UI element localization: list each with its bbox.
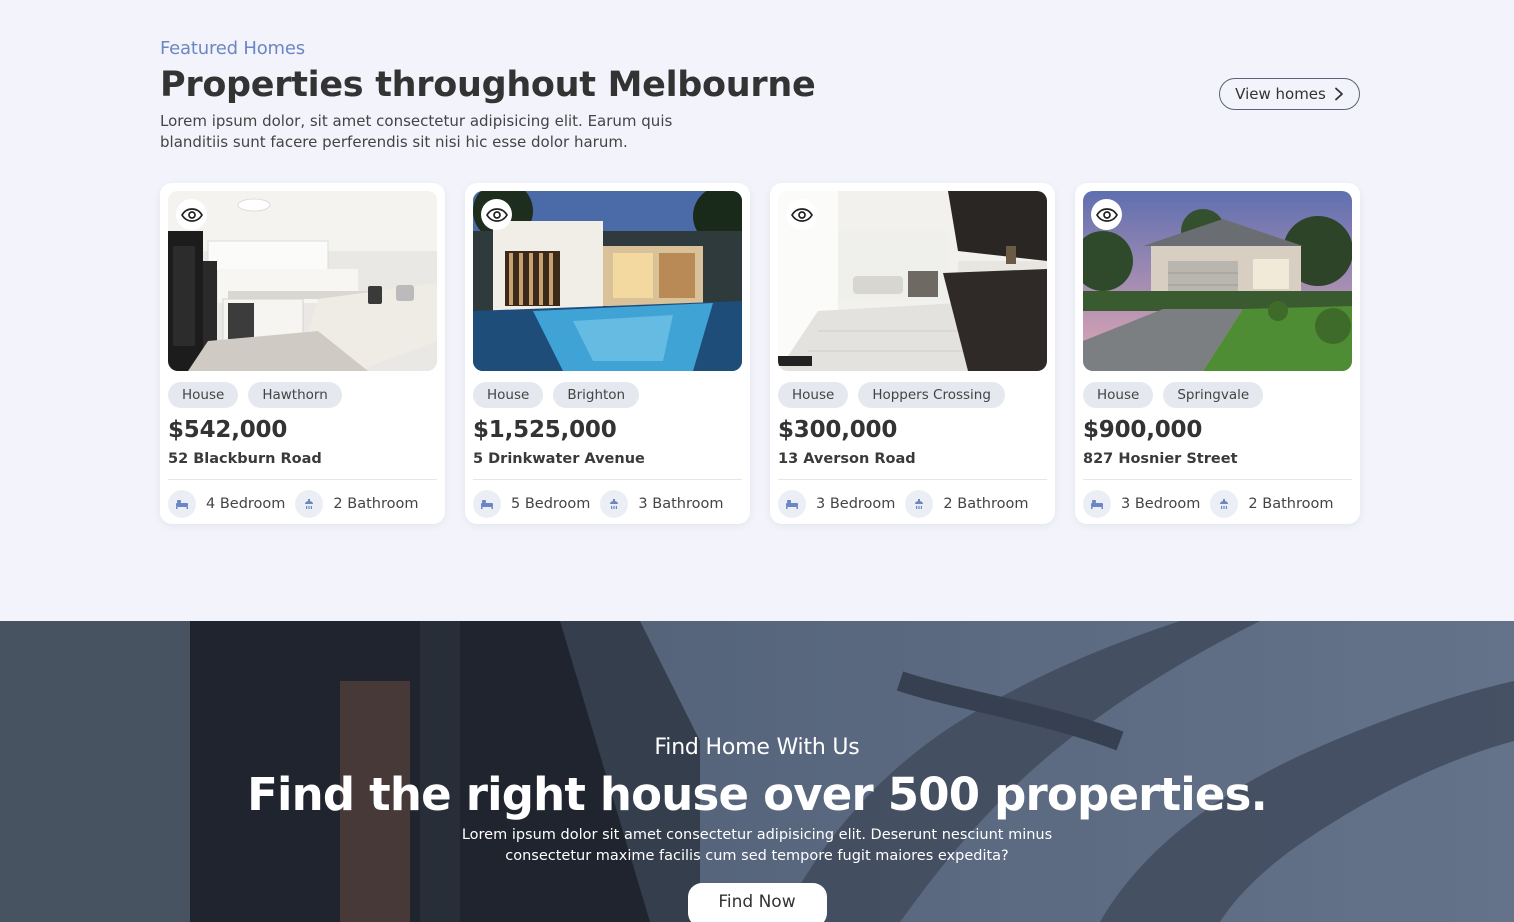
listing-address[interactable]: 827 Hosnier Street xyxy=(1083,451,1352,467)
bathroom-label: 2 Bathroom xyxy=(333,496,419,512)
listing-address[interactable]: 13 Averson Road xyxy=(778,451,1047,467)
property-type-tag[interactable]: House xyxy=(473,382,544,408)
listing-photo-living[interactable] xyxy=(778,191,1047,371)
section-title: Properties throughout Melbourne xyxy=(160,65,816,105)
listing-card[interactable]: House Springvale $900,000 827 Hosnier St… xyxy=(1075,183,1360,524)
bedroom-count: 5 Bedroom xyxy=(473,490,590,518)
eye-icon xyxy=(790,207,813,222)
listing-photo-kitchen[interactable] xyxy=(168,191,437,371)
kitchen-photo xyxy=(168,191,437,371)
listing-features: 5 Bedroom 3 Bathroom xyxy=(473,490,742,518)
pool-house-photo xyxy=(473,191,742,371)
view-homes-label: View homes xyxy=(1235,85,1326,103)
listing-card[interactable]: House Hawthorn $542,000 52 Blackburn Roa… xyxy=(160,183,445,524)
listing-tags: House Springvale xyxy=(1083,382,1352,408)
listing-price: $900,000 xyxy=(1083,417,1203,443)
chevron-right-icon xyxy=(1334,87,1343,101)
bathroom-icon xyxy=(1210,490,1239,518)
listing-features: 3 Bedroom 2 Bathroom xyxy=(778,490,1047,518)
listing-card[interactable]: House Brighton $1,525,000 5 Drinkwater A… xyxy=(465,183,750,524)
bed-icon xyxy=(1083,490,1111,518)
suburb-tag[interactable]: Brighton xyxy=(553,382,640,408)
bathroom-count: 2 Bathroom xyxy=(905,490,1028,518)
listing-price: $542,000 xyxy=(168,417,288,443)
card-divider xyxy=(778,479,1047,480)
bedroom-count: 3 Bedroom xyxy=(1083,490,1200,518)
quick-view-button[interactable] xyxy=(481,199,512,230)
bed-icon xyxy=(168,490,196,518)
hero-description: Lorem ipsum dolor sit amet consectetur a… xyxy=(461,827,1053,864)
listing-address[interactable]: 5 Drinkwater Avenue xyxy=(473,451,742,467)
card-divider xyxy=(168,479,437,480)
eye-icon xyxy=(1095,207,1118,222)
card-divider xyxy=(1083,479,1352,480)
suburb-tag[interactable]: Springvale xyxy=(1163,382,1264,408)
property-type-tag[interactable]: House xyxy=(778,382,849,408)
bathroom-icon xyxy=(295,490,324,518)
listing-address[interactable]: 52 Blackburn Road xyxy=(168,451,437,467)
bathroom-count: 2 Bathroom xyxy=(295,490,418,518)
listing-tags: House Hawthorn xyxy=(168,382,437,408)
listing-features: 4 Bedroom 2 Bathroom xyxy=(168,490,437,518)
quick-view-button[interactable] xyxy=(786,199,817,230)
quick-view-button[interactable] xyxy=(1091,199,1122,230)
listing-cards: House Hawthorn $542,000 52 Blackburn Roa… xyxy=(160,183,1360,524)
card-divider xyxy=(473,479,742,480)
listing-features: 3 Bedroom 2 Bathroom xyxy=(1083,490,1352,518)
bed-icon xyxy=(473,490,501,518)
bed-icon xyxy=(778,490,806,518)
bedroom-label: 3 Bedroom xyxy=(1121,496,1201,512)
hero-title: Find the right house over 500 properties… xyxy=(247,768,1268,821)
property-type-tag[interactable]: House xyxy=(168,382,239,408)
suburb-tag[interactable]: Hawthorn xyxy=(248,382,342,408)
view-homes-button[interactable]: View homes xyxy=(1219,78,1360,110)
house-exterior-photo xyxy=(1083,191,1352,371)
listing-tags: House Hoppers Crossing xyxy=(778,382,1047,408)
quick-view-button[interactable] xyxy=(176,199,207,230)
property-type-tag[interactable]: House xyxy=(1083,382,1154,408)
bathroom-count: 2 Bathroom xyxy=(1210,490,1333,518)
section-eyebrow: Featured Homes xyxy=(160,38,305,59)
suburb-tag[interactable]: Hoppers Crossing xyxy=(858,382,1005,408)
listing-price: $1,525,000 xyxy=(473,417,617,443)
bathroom-icon xyxy=(600,490,629,518)
bedroom-label: 3 Bedroom xyxy=(816,496,896,512)
find-now-button[interactable]: Find Now xyxy=(687,883,827,922)
bathroom-label: 3 Bathroom xyxy=(638,496,724,512)
listing-photo-pool[interactable] xyxy=(473,191,742,371)
hero-content: Find Home With Us Find the right house o… xyxy=(0,621,1514,922)
listing-photo-exterior[interactable] xyxy=(1083,191,1352,371)
bedroom-label: 5 Bedroom xyxy=(511,496,591,512)
bathroom-label: 2 Bathroom xyxy=(1248,496,1334,512)
eye-icon xyxy=(485,207,508,222)
bedroom-label: 4 Bedroom xyxy=(206,496,286,512)
bedroom-count: 4 Bedroom xyxy=(168,490,285,518)
section-description: Lorem ipsum dolor, sit amet consectetur … xyxy=(160,112,673,151)
listing-card[interactable]: House Hoppers Crossing $300,000 13 Avers… xyxy=(770,183,1055,524)
featured-section: Featured Homes Properties throughout Mel… xyxy=(160,38,1360,153)
find-home-hero: Find Home With Us Find the right house o… xyxy=(0,621,1514,922)
listing-price: $300,000 xyxy=(778,417,898,443)
eye-icon xyxy=(180,207,203,222)
bedroom-count: 3 Bedroom xyxy=(778,490,895,518)
bathroom-count: 3 Bathroom xyxy=(600,490,723,518)
bathroom-icon xyxy=(905,490,934,518)
listing-tags: House Brighton xyxy=(473,382,742,408)
hero-eyebrow: Find Home With Us xyxy=(654,735,860,760)
living-room-photo xyxy=(778,191,1047,371)
bathroom-label: 2 Bathroom xyxy=(943,496,1029,512)
